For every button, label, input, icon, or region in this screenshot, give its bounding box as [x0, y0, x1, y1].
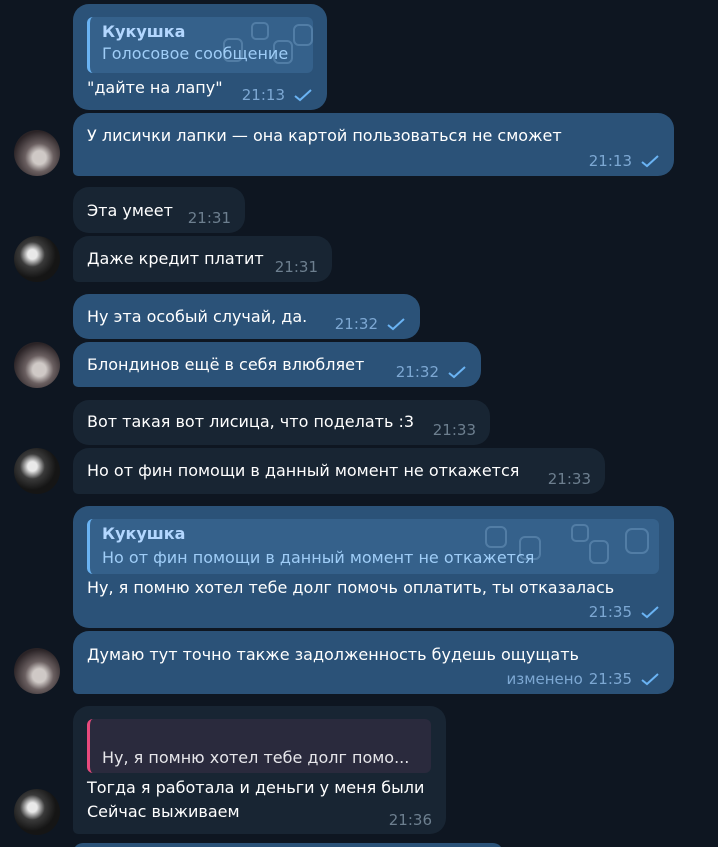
message-meta: 21:31: [275, 256, 318, 278]
avatar[interactable]: [14, 342, 60, 388]
message-meta: 21:31: [188, 207, 231, 229]
avatar[interactable]: [14, 236, 60, 282]
message-meta: 21:13: [242, 84, 313, 106]
message-time: 21:35: [588, 603, 632, 621]
check-icon: [640, 605, 660, 619]
avatar[interactable]: [14, 130, 60, 176]
message-meta: 21:35: [589, 601, 660, 623]
message-time: 21:33: [547, 470, 591, 488]
message-bubble[interactable]: Но от фин помощи в данный момент не отка…: [73, 448, 605, 494]
message-meta: 21:32: [396, 361, 467, 383]
reply-author: Кукушка: [102, 524, 186, 543]
check-icon: [386, 317, 406, 331]
message-time: 21:13: [588, 152, 632, 170]
message-time: 21:13: [241, 86, 285, 104]
message-text: Вот такая вот лисица, что поделать :3: [87, 412, 415, 431]
reply-quote[interactable]: Кукушка Голосовое сообщение: [87, 17, 313, 73]
message-text: Блондинов ещё в себя влюбляет: [87, 355, 365, 374]
message-text: Тогда я работала и деньги у меня были: [87, 778, 425, 797]
sticker-pattern-icon: [223, 22, 313, 64]
message-text: "дайте на лапу": [87, 78, 223, 97]
message-text: У лисички лапки — она картой пользоватьс…: [87, 126, 562, 145]
message-bubble[interactable]: Ну эта особый случай, да. 21:32: [73, 294, 420, 339]
message-time: 21:31: [274, 258, 318, 276]
reply-quote[interactable]: Кукушка Но от фин помощи в данный момент…: [87, 519, 659, 574]
message-bubble[interactable]: Даже кредит платит 21:31: [73, 236, 332, 282]
reply-text: Но от фин помощи в данный момент не отка…: [102, 548, 535, 567]
message-text: Но от фин помощи в данный момент не отка…: [87, 461, 520, 480]
message-meta: 21:13: [589, 150, 660, 172]
message-bubble[interactable]: Блондинов ещё в себя влюбляет 21:32: [73, 342, 481, 387]
message-bubble[interactable]: Думаю тут точно также задолженность буде…: [73, 631, 674, 694]
message-bubble[interactable]: Ну, я помню хотел тебе долг помо... Тогд…: [73, 706, 446, 834]
message-time: 21:36: [388, 811, 432, 829]
message-time: 21:35: [588, 670, 632, 688]
message-text: Думаю тут точно также задолженность буде…: [87, 645, 579, 664]
check-icon: [293, 88, 313, 102]
chat-area: Кукушка Голосовое сообщение "дайте на ла…: [0, 0, 718, 847]
reply-author: Кукушка: [102, 22, 186, 41]
message-time: 21:32: [395, 363, 439, 381]
check-icon: [640, 672, 660, 686]
message-bubble[interactable]: Кукушка Но от фин помощи в данный момент…: [73, 506, 674, 628]
message-bubble[interactable]: Вот такая вот лисица, что поделать :3 21…: [73, 400, 490, 445]
message-text: Эта умеет: [87, 201, 173, 220]
message-text: Ну эта особый случай, да.: [87, 307, 308, 326]
message-meta: изменено 21:35: [506, 668, 660, 690]
message-bubble[interactable]: У лисички лапки — она картой пользоватьс…: [73, 113, 674, 176]
message-bubble[interactable]: [73, 843, 503, 847]
edited-label: изменено: [506, 670, 583, 688]
message-time: 21:32: [334, 315, 378, 333]
avatar[interactable]: [14, 789, 60, 835]
sticker-pattern-icon: [485, 524, 649, 564]
message-text: Ну, я помню хотел тебе долг помочь оплат…: [87, 578, 615, 597]
message-time: 21:33: [432, 421, 476, 439]
message-meta: 21:33: [433, 419, 476, 441]
message-time: 21:31: [187, 209, 231, 227]
check-icon: [447, 365, 467, 379]
avatar[interactable]: [14, 648, 60, 694]
message-meta: 21:33: [548, 468, 591, 490]
avatar[interactable]: [14, 448, 60, 494]
message-bubble[interactable]: Кукушка Голосовое сообщение "дайте на ла…: [73, 4, 327, 110]
reply-text: Ну, я помню хотел тебе долг помо...: [102, 748, 410, 767]
message-meta: 21:32: [335, 313, 406, 335]
message-bubble[interactable]: Эта умеет 21:31: [73, 187, 245, 233]
message-text: Сейчас выживаем: [87, 802, 240, 821]
message-meta: 21:36: [389, 809, 432, 831]
check-icon: [640, 154, 660, 168]
reply-quote[interactable]: Ну, я помню хотел тебе долг помо...: [87, 719, 431, 773]
message-text: Даже кредит платит: [87, 249, 264, 268]
